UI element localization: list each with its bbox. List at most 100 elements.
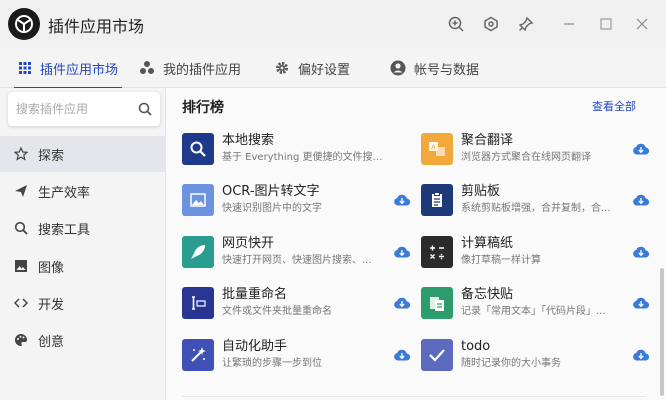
plugin-desc: 浏览器方式聚合在线网页翻译 [461, 152, 591, 163]
search-icon [182, 133, 214, 165]
main-panel: 排行榜 查看全部 本地搜索 基于 Everything 更便捷的文件搜索... … [166, 88, 666, 400]
tab-label: 偏好设置 [298, 62, 351, 78]
cloud-download-icon [633, 349, 650, 361]
plugin-card[interactable]: 自动化助手 让繁琐的步骤一步到位 [182, 333, 412, 377]
download-button[interactable] [631, 190, 651, 210]
search-box[interactable] [8, 92, 160, 126]
plugin-desc: 记录「常用文本」「代码片段」... [461, 306, 606, 317]
plugin-name: 聚合翻译 [461, 133, 514, 148]
download-button[interactable] [631, 242, 651, 262]
download-button[interactable] [631, 345, 651, 365]
plugin-card[interactable]: 备忘快贴 记录「常用文本」「代码片段」... [421, 281, 651, 325]
download-button[interactable] [392, 190, 412, 210]
plugin-desc: 快速识别图片中的文字 [222, 203, 322, 214]
view-all-link[interactable]: 查看全部 [592, 98, 636, 114]
sidebar-item-label: 探索 [38, 148, 65, 164]
app-title: 插件应用市场 [48, 17, 145, 36]
plugin-name: OCR-图片转文字 [222, 184, 320, 199]
cloud-download-icon [633, 194, 650, 206]
plugin-card[interactable]: 本地搜索 基于 Everything 更便捷的文件搜索... [182, 127, 412, 171]
cloud-download-icon [394, 349, 411, 361]
palette-icon [15, 334, 27, 346]
plugin-card[interactable]: 网页快开 快速打开网页、快速图片搜索、... [182, 230, 412, 274]
plugin-name: 批量重命名 [222, 287, 288, 302]
zoom-icon [448, 16, 464, 32]
plugin-name: 本地搜索 [222, 133, 275, 148]
user-icon [390, 60, 406, 76]
sidebar-item-explore[interactable]: 探索 [0, 136, 166, 172]
maximize-button[interactable] [593, 11, 619, 37]
close-button[interactable] [629, 11, 655, 37]
translate-icon: A [421, 133, 453, 165]
plugin-name: 网页快开 [222, 236, 275, 251]
plugin-desc: 随时记录你的大小事务 [461, 358, 561, 369]
sidebar-item-develop[interactable]: 开发 [0, 285, 166, 321]
check-icon [421, 339, 453, 371]
sidebar-item-label: 创意 [38, 334, 65, 350]
plugin-card[interactable]: 剪贴板 系统剪贴板增强，合并复制，合... [421, 178, 651, 222]
plugin-card[interactable]: todo 随时记录你的大小事务 [421, 333, 651, 377]
plugin-desc: 基于 Everything 更便捷的文件搜索... [222, 152, 390, 163]
tab-preferences[interactable]: 偏好设置 [274, 48, 350, 88]
sidebar-item-label: 生产效率 [38, 185, 91, 201]
download-button[interactable] [392, 293, 412, 313]
sidebar-item-productivity[interactable]: 生产效率 [0, 173, 166, 209]
tab-label: 插件应用市场 [40, 62, 119, 78]
plugin-card[interactable]: 计算稿纸 像打草稿一样计算 [421, 230, 651, 274]
plugin-name: 备忘快贴 [461, 287, 514, 302]
image-icon [15, 260, 27, 272]
plugin-hub-button[interactable] [478, 11, 504, 37]
clipboard-icon [421, 184, 453, 216]
cloud-download-icon [394, 246, 411, 258]
plugin-name: 剪贴板 [461, 184, 501, 199]
section-title: 排行榜 [182, 100, 224, 116]
cloud-download-icon [633, 246, 650, 258]
download-button[interactable] [631, 139, 651, 159]
app-logo [8, 8, 40, 40]
download-button[interactable] [392, 345, 412, 365]
plugin-card[interactable]: OCR-图片转文字 快速识别图片中的文字 [182, 178, 412, 222]
sidebar-item-label: 搜索工具 [38, 222, 91, 238]
plugin-desc: 让繁琐的步骤一步到位 [222, 358, 322, 369]
gear-icon [276, 62, 288, 74]
rocket-icon [182, 236, 214, 268]
search-icon [138, 102, 152, 116]
paste-icon [421, 287, 453, 319]
minimize-button[interactable] [556, 11, 582, 37]
plugin-card[interactable]: A 聚合翻译 浏览器方式聚合在线网页翻译 [421, 127, 651, 171]
plugin-card[interactable]: 批量重命名 文件或文件夹批量重命名 [182, 281, 412, 325]
search-icon [14, 221, 28, 235]
plugin-desc: 像打草稿一样计算 [461, 255, 541, 266]
cloud-download-icon [633, 297, 650, 309]
sidebar-item-label: 图像 [38, 260, 65, 276]
calculator-icon [421, 236, 453, 268]
image-icon [182, 184, 214, 216]
tab-account[interactable]: 帐号与数据 [390, 48, 479, 88]
plugin-desc: 快速打开网页、快速图片搜索、... [222, 255, 372, 266]
sidebar-item-search-tools[interactable]: 搜索工具 [0, 210, 166, 246]
svg-text:A: A [431, 144, 436, 152]
title-bar: 插件应用市场 [0, 0, 666, 48]
code-icon [14, 298, 28, 308]
send-icon [15, 185, 27, 197]
search-input[interactable] [16, 102, 134, 116]
maximize-icon [600, 18, 612, 30]
pin-button[interactable] [513, 11, 539, 37]
magic-icon [182, 339, 214, 371]
plugin-name: 自动化助手 [222, 339, 288, 354]
tab-plugin-market[interactable]: 插件应用市场 [14, 48, 123, 89]
divider [182, 396, 646, 397]
plugin-desc: 系统剪贴板增强，合并复制，合... [461, 203, 611, 214]
download-button[interactable] [631, 293, 651, 313]
scrollbar[interactable] [660, 268, 664, 396]
dots-icon [140, 61, 154, 74]
tab-my-plugins[interactable]: 我的插件应用 [139, 48, 241, 88]
download-button[interactable] [392, 242, 412, 262]
sidebar-item-creative[interactable]: 创意 [0, 322, 166, 358]
zoom-in-button[interactable] [443, 11, 469, 37]
minimize-icon [564, 23, 574, 25]
plugin-name: 计算稿纸 [461, 236, 514, 251]
cloud-download-icon [633, 143, 650, 155]
plugin-desc: 文件或文件夹批量重命名 [222, 306, 332, 317]
sidebar-item-images[interactable]: 图像 [0, 248, 166, 284]
